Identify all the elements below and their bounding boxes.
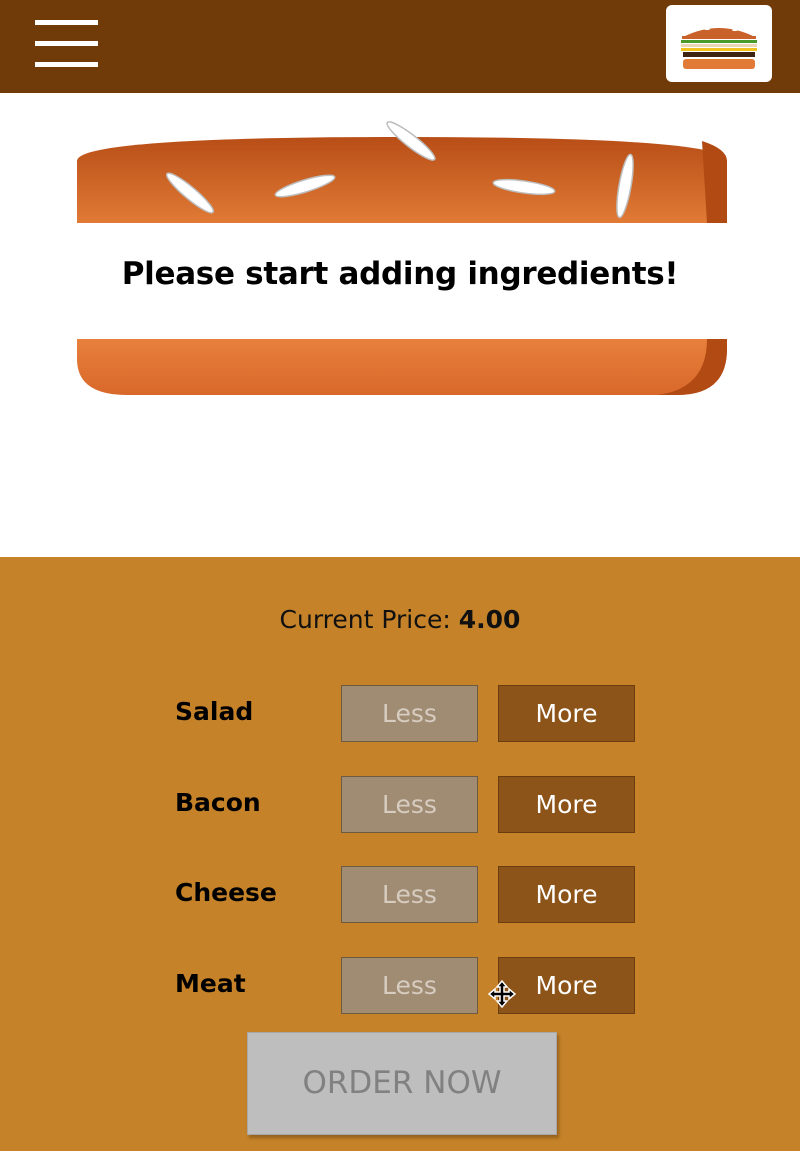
ingredient-label-salad: Salad (175, 697, 254, 726)
less-cheese-button[interactable]: Less (341, 866, 478, 923)
less-bacon-button[interactable]: Less (341, 776, 478, 833)
burger-logo-icon[interactable] (666, 5, 772, 82)
control-bacon: Bacon Less More (175, 776, 645, 836)
ingredient-label-bacon: Bacon (175, 788, 261, 817)
less-meat-button[interactable]: Less (341, 957, 478, 1014)
empty-burger-message: Please start adding ingredients! (121, 256, 679, 292)
current-price: Current Price: 4.00 (0, 605, 800, 634)
bread-bottom (77, 339, 727, 395)
toolbar (0, 0, 800, 93)
price-value: 4.00 (458, 605, 521, 634)
more-salad-button[interactable]: More (498, 685, 635, 742)
control-cheese: Cheese Less More (175, 866, 645, 926)
menu-bar (35, 20, 98, 25)
more-meat-button[interactable]: More (498, 957, 635, 1014)
ingredient-label-meat: Meat (175, 969, 246, 998)
menu-bar (35, 62, 98, 67)
more-bacon-button[interactable]: More (498, 776, 635, 833)
ingredient-label-cheese: Cheese (175, 878, 277, 907)
move-cursor-icon (488, 980, 516, 1008)
price-label: Current Price: (279, 605, 451, 634)
hamburger-menu-icon[interactable] (35, 20, 98, 68)
control-meat: Meat Less More (175, 957, 645, 1017)
bread-top (77, 121, 727, 223)
burger-preview: Please start adding ingredients! (0, 93, 800, 557)
more-cheese-button[interactable]: More (498, 866, 635, 923)
less-salad-button[interactable]: Less (341, 685, 478, 742)
control-salad: Salad Less More (175, 685, 645, 745)
build-controls: Current Price: 4.00 Salad Less More Baco… (0, 557, 800, 1151)
menu-bar (35, 41, 98, 46)
order-now-button[interactable]: ORDER NOW (247, 1032, 557, 1135)
